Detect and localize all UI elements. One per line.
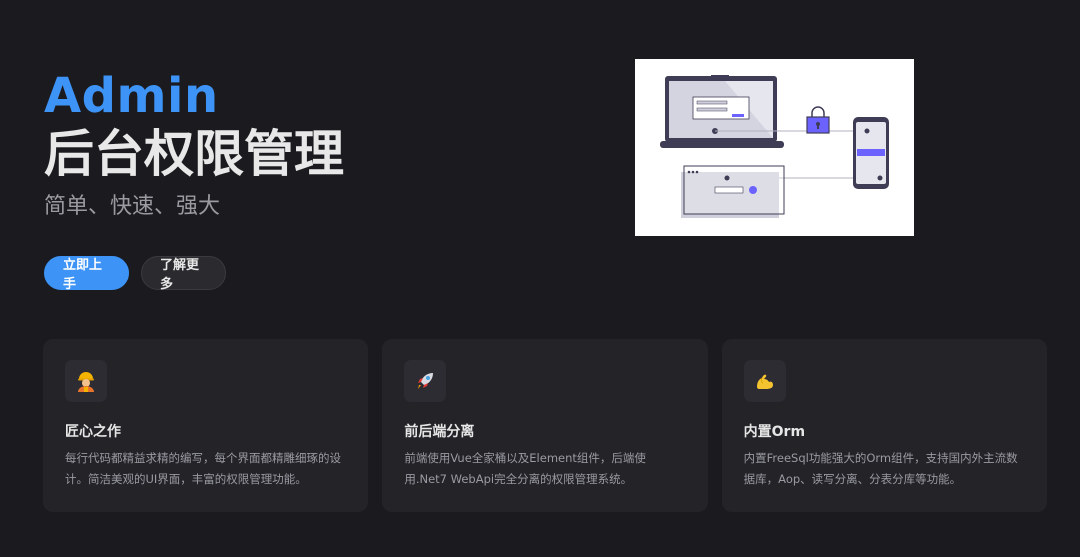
hero-actions: 立即上手 了解更多 (44, 256, 564, 292)
feature-title: 内置Orm (743, 424, 806, 440)
flexed-biceps-icon (743, 360, 786, 402)
brand-name: Admin (44, 68, 219, 124)
feature-desc: 前端使用Vue全家桶以及Element组件，后端使用.Net7 WebApi完全… (404, 451, 646, 486)
rocket-icon (404, 360, 447, 402)
hero-section: Admin 后台权限管理 简单、快速、强大 立即上手 了解更多 (44, 68, 564, 292)
feature-cards: 匠心之作 每行代码都精益求精的编写，每个界面都精雕细琢的设计。简洁美观的UI界面… (43, 339, 1047, 512)
feature-card-craftsmanship: 匠心之作 每行代码都精益求精的编写，每个界面都精雕细琢的设计。简洁美观的UI界面… (43, 339, 369, 512)
feature-card-separation: 前后端分离 前端使用Vue全家桶以及Element组件，后端使用.Net7 We… (382, 339, 708, 512)
feature-card-orm: 内置Orm 内置FreeSql功能强大的Orm组件，支持国内外主流数据库，Aop… (721, 339, 1047, 512)
get-started-button[interactable]: 立即上手 (44, 256, 129, 292)
devices-lock-illustration (660, 75, 889, 218)
page-title: 后台权限管理 (44, 125, 344, 183)
feature-title: 前后端分离 (404, 424, 475, 440)
construction-worker-icon (65, 360, 107, 402)
tagline: 简单、快速、强大 (44, 194, 221, 219)
hero-illustration (635, 59, 914, 236)
feature-desc: 内置FreeSql功能强大的Orm组件，支持国内外主流数据库，Aop、读写分离、… (743, 451, 1018, 486)
feature-title: 匠心之作 (65, 424, 121, 440)
feature-desc: 每行代码都精益求精的编写，每个界面都精雕细琢的设计。简洁美观的UI界面，丰富的权… (65, 451, 341, 486)
learn-more-button[interactable]: 了解更多 (141, 256, 226, 292)
